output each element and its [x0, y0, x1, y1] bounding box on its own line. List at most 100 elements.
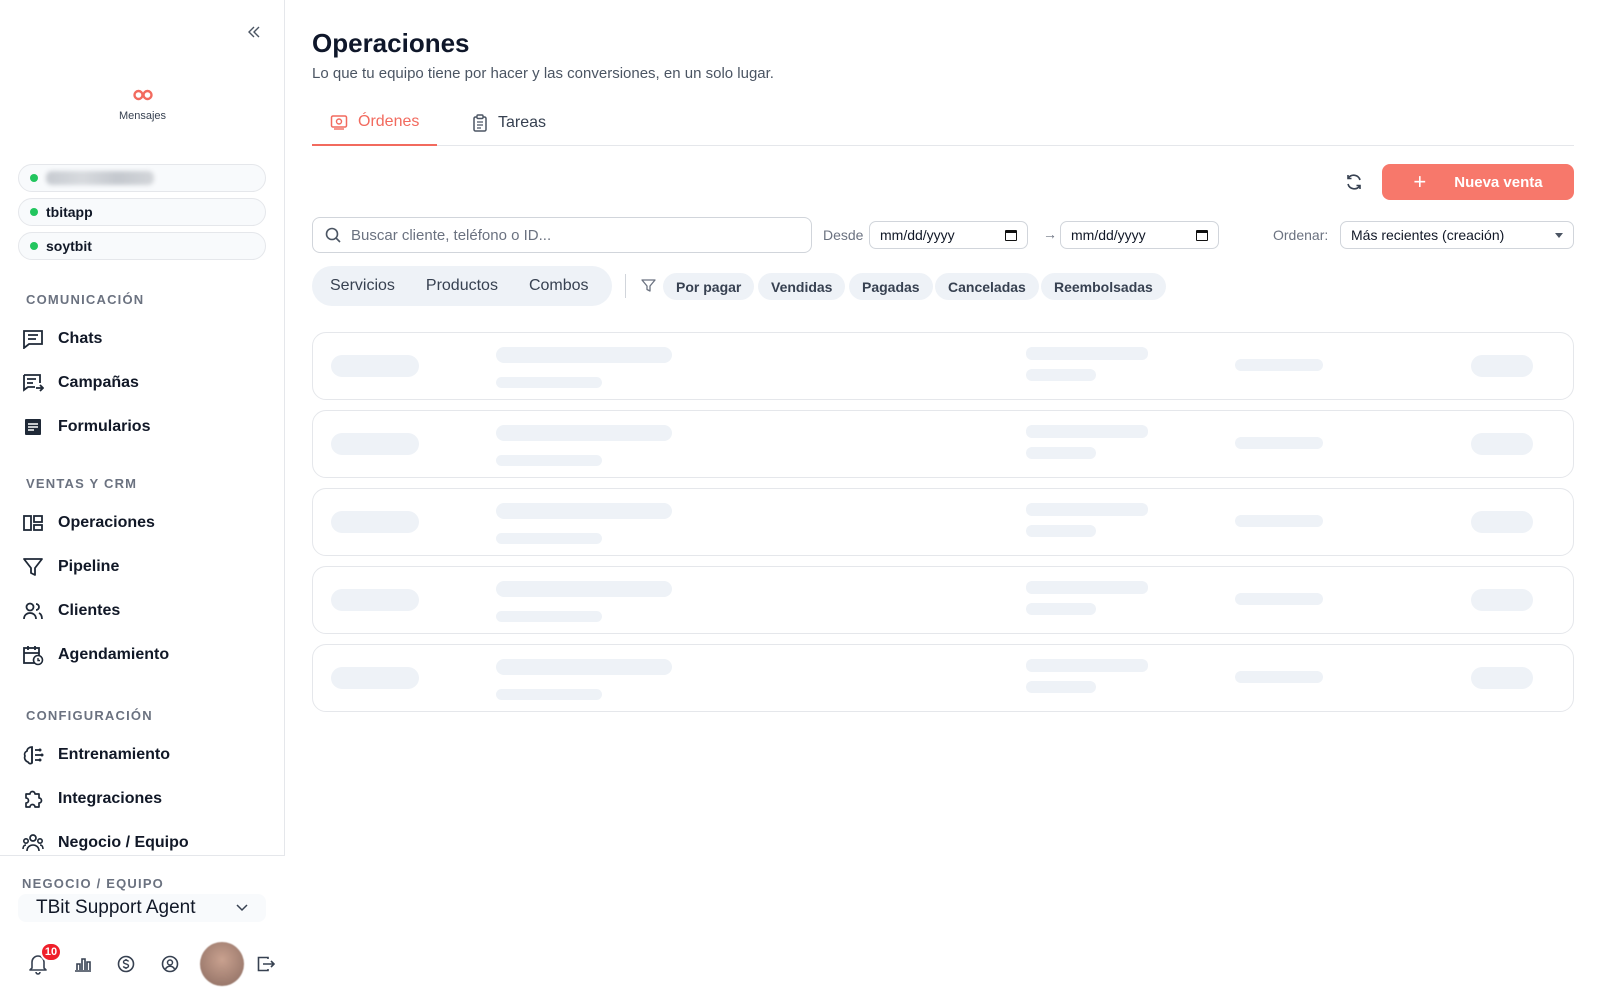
skeleton-placeholder [331, 355, 419, 377]
form-icon [20, 414, 46, 440]
tab-label: Tareas [498, 114, 547, 131]
notifications-button[interactable]: 10 [26, 942, 62, 976]
online-status-icon [30, 242, 38, 250]
skeleton-row [312, 566, 1574, 634]
chip-vendidas[interactable]: Vendidas [758, 273, 846, 300]
refresh-icon [1347, 174, 1361, 190]
sidebar-item-label: Negocio / Equipo [58, 834, 189, 851]
filter-productos[interactable]: Productos [426, 277, 498, 295]
arrow-right-icon: → [1043, 226, 1057, 242]
new-sale-button[interactable]: + Nueva venta [1382, 164, 1574, 200]
account-item[interactable] [18, 164, 266, 192]
search-field[interactable] [312, 217, 812, 253]
sidebar-item-formularios[interactable]: Formularios [20, 409, 270, 445]
skeleton-placeholder [1026, 347, 1148, 360]
chat-icon [20, 326, 46, 352]
account-list: tbitapp soytbit [18, 164, 266, 266]
sidebar-item-label: Integraciones [58, 790, 163, 807]
skeleton-placeholder [496, 425, 672, 441]
skeleton-placeholder [1026, 425, 1148, 438]
date-from-input[interactable]: mm/dd/yyyy [869, 221, 1028, 249]
brand[interactable]: Mensajes [0, 88, 285, 122]
skeleton-row [312, 488, 1574, 556]
profile-button[interactable] [158, 952, 182, 976]
account-label: tbitapp [46, 204, 93, 220]
skeleton-placeholder [496, 659, 672, 675]
billing-button[interactable] [114, 952, 138, 976]
skeleton-placeholder [1026, 581, 1148, 594]
skeleton-placeholder [1471, 433, 1533, 455]
new-sale-label: Nueva venta [1454, 173, 1543, 191]
orders-icon [330, 114, 348, 130]
skeleton-placeholder [1026, 603, 1096, 615]
account-label-redacted [46, 171, 154, 185]
filter-servicios[interactable]: Servicios [330, 277, 395, 295]
skeleton-placeholder [1471, 355, 1533, 377]
search-icon [325, 227, 341, 243]
search-input[interactable] [351, 226, 791, 244]
sidebar-item-clientes[interactable]: Clientes [20, 593, 270, 629]
calendar-icon [20, 642, 46, 668]
collapse-sidebar-icon[interactable] [244, 22, 264, 42]
team-icon [20, 830, 46, 856]
chip-reembolsadas[interactable]: Reembolsadas [1041, 273, 1166, 300]
filter-combos[interactable]: Combos [529, 277, 589, 295]
skeleton-placeholder [496, 611, 602, 622]
bar-chart-icon [75, 958, 91, 972]
sidebar-item-pipeline[interactable]: Pipeline [20, 549, 270, 585]
sidebar-item-label: Agendamiento [58, 646, 170, 663]
section-title-configuracion: CONFIGURACIÓN [26, 708, 153, 723]
sidebar-item-agendamiento[interactable]: Agendamiento [20, 637, 270, 673]
skeleton-placeholder [331, 667, 419, 689]
sidebar-item-label: Clientes [58, 602, 121, 619]
account-item[interactable]: tbitapp [18, 198, 266, 226]
sidebar-item-chats[interactable]: Chats [20, 321, 270, 357]
notification-badge: 10 [40, 942, 62, 962]
from-label: Desde [823, 227, 864, 243]
online-status-icon [30, 174, 38, 182]
type-filter-group: Servicios Productos Combos [312, 266, 612, 306]
filter-icon[interactable] [641, 278, 656, 298]
sidebar-item-entrenamiento[interactable]: Entrenamiento [20, 737, 270, 773]
refresh-button[interactable] [1341, 169, 1367, 195]
sort-value: Más recientes (creación) [1351, 227, 1505, 243]
logout-button[interactable] [254, 952, 278, 976]
calendar-picker-icon[interactable] [1196, 229, 1208, 241]
chip-pagadas[interactable]: Pagadas [849, 273, 933, 300]
sidebar-item-label: Entrenamiento [58, 746, 171, 763]
chip-por-pagar[interactable]: Por pagar [663, 273, 755, 300]
funnel-icon [20, 554, 46, 580]
tab-tareas[interactable]: Tareas [454, 100, 564, 146]
section-title-comunicacion: COMUNICACIÓN [26, 292, 145, 307]
tab-bar: Órdenes Tareas [312, 100, 1574, 146]
sidebar-item-integraciones[interactable]: Integraciones [20, 781, 270, 817]
skeleton-placeholder [496, 581, 672, 597]
sidebar-item-operaciones[interactable]: Operaciones [20, 505, 270, 541]
skeleton-placeholder [1026, 503, 1148, 516]
sort-select[interactable]: Más recientes (creación) [1340, 221, 1574, 249]
sidebar-item-label: Formularios [58, 418, 151, 435]
skeleton-placeholder [1026, 369, 1096, 381]
chip-canceladas[interactable]: Canceladas [935, 273, 1039, 300]
skeleton-placeholder [331, 589, 419, 611]
sidebar-item-campanas[interactable]: Campañas [20, 365, 270, 401]
sidebar: Mensajes tbitapp soytbit COMUNICACIÓN Ch… [0, 0, 285, 1000]
date-to-input[interactable]: mm/dd/yyyy [1060, 221, 1219, 249]
calendar-picker-icon[interactable] [1005, 229, 1017, 241]
team-selector[interactable]: TBit Support Agent [18, 894, 266, 922]
footer-toolbar: 10 [24, 942, 284, 986]
skeleton-placeholder [1235, 437, 1323, 449]
skeleton-placeholder [1235, 671, 1323, 683]
skeleton-placeholder [496, 347, 672, 363]
sidebar-item-label: Chats [58, 330, 103, 347]
avatar[interactable] [200, 942, 244, 986]
skeleton-placeholder [1235, 359, 1323, 371]
puzzle-icon [20, 786, 46, 812]
skeleton-placeholder [1235, 515, 1323, 527]
tab-ordenes[interactable]: Órdenes [312, 100, 438, 146]
skeleton-placeholder [1026, 681, 1096, 693]
chevron-down-icon [236, 904, 248, 912]
sidebar-footer: NEGOCIO / EQUIPO TBit Support Agent 10 [0, 855, 285, 1000]
account-item[interactable]: soytbit [18, 232, 266, 260]
analytics-button[interactable] [71, 952, 95, 976]
